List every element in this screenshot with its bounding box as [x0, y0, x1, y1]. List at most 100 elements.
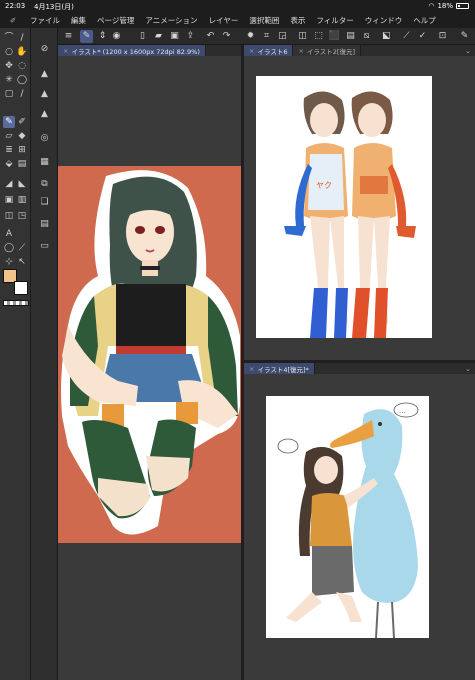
color-set-icon[interactable]: ▦: [38, 156, 51, 169]
tone-icon[interactable]: ▲: [38, 88, 51, 101]
canvas-two-women[interactable]: ヤク: [256, 76, 432, 338]
illustration-girl-sitting: [61, 170, 240, 535]
pen-icon[interactable]: ∕: [16, 88, 28, 100]
panel-icon[interactable]: ◳: [16, 210, 28, 222]
color-circle-icon[interactable]: ◎: [38, 132, 51, 145]
tool-palette: ⌒ / ○ ✋ ✥ ◌ ✳ ◯ ▢ ∕ ✎ ✐ ▱ ◆ ≣ ⊞ ⬙ ▤ ◢ ◣ …: [0, 28, 31, 680]
balloon-icon[interactable]: ◯: [3, 242, 15, 254]
blend-icon[interactable]: ◆: [16, 130, 28, 142]
redo-icon[interactable]: ↷: [220, 30, 233, 43]
rotate-icon[interactable]: ◌: [16, 60, 28, 72]
line-icon[interactable]: ⟋: [16, 242, 28, 254]
menu-filter[interactable]: フィルター: [316, 15, 353, 26]
pencil-shortcut-icon[interactable]: ✎: [458, 30, 471, 43]
sub-view-icon[interactable]: ▭: [38, 240, 51, 253]
bucket-icon[interactable]: ⬙: [3, 158, 15, 170]
tab-bar-left: × イラスト* (1200 x 1600px 72dpi 82.9%): [58, 45, 241, 56]
hand-icon[interactable]: ✋: [16, 46, 28, 58]
tab-illust-main[interactable]: × イラスト* (1200 x 1600px 72dpi 82.9%): [58, 45, 206, 56]
crop-icon[interactable]: ⬛: [328, 30, 341, 43]
wand-icon[interactable]: ✳: [3, 74, 15, 86]
marker-icon[interactable]: ✐: [16, 116, 28, 128]
layer-icon[interactable]: ⊞: [16, 144, 28, 156]
eraser-icon[interactable]: ▱: [3, 130, 15, 142]
snap-icon[interactable]: ⊡: [436, 30, 449, 43]
close-tab-icon[interactable]: ×: [63, 47, 68, 55]
undo-icon[interactable]: ↶: [204, 30, 217, 43]
history-icon[interactable]: ▤: [38, 218, 51, 231]
menu-help[interactable]: ヘルプ: [413, 15, 436, 26]
close-tab-icon[interactable]: ×: [298, 47, 303, 55]
deselect-icon[interactable]: ⌗: [260, 30, 273, 43]
menu-animation[interactable]: アニメーション: [145, 15, 197, 26]
clip-icon[interactable]: ⧅: [360, 30, 373, 43]
canvas-pane-right-bottom: × イラスト4[復元]* ⌄ ...: [244, 363, 475, 680]
material-icon[interactable]: ❏: [38, 196, 51, 209]
export-icon[interactable]: ⇪: [184, 30, 197, 43]
brush-icon[interactable]: ⌒: [3, 32, 15, 44]
date: 4月13日(月): [34, 3, 74, 11]
guide-icon[interactable]: ▥: [16, 194, 28, 206]
clock: 22:03: [5, 2, 26, 10]
menu-page[interactable]: ページ管理: [97, 15, 134, 26]
filter-icon[interactable]: ⟋: [400, 30, 413, 43]
selection-icon[interactable]: ▢: [3, 88, 15, 100]
menu-selection[interactable]: 選択範囲: [249, 15, 279, 26]
correct-icon[interactable]: ⊹: [3, 256, 15, 268]
tab-illust-6[interactable]: × イラスト6: [244, 45, 294, 56]
select-all-icon[interactable]: ◫: [296, 30, 309, 43]
pencil-icon[interactable]: ✎: [3, 116, 15, 128]
record-icon[interactable]: ◉: [110, 30, 123, 43]
menu-layer[interactable]: レイヤー: [209, 15, 239, 26]
tab-illust-2[interactable]: × イラスト2[復元]: [293, 45, 361, 56]
wifi-icon: ◠: [428, 2, 435, 10]
menu-file[interactable]: ファイル: [30, 15, 60, 26]
chevron-down-icon[interactable]: ⌄: [465, 365, 471, 373]
tab-label: イラスト6: [257, 47, 288, 56]
canvas-pane-left: × イラスト* (1200 x 1600px 72dpi 82.9%): [58, 45, 241, 680]
figure-icon[interactable]: ◢: [3, 178, 15, 190]
magnifier-icon[interactable]: ○: [3, 46, 15, 58]
app-logo-icon[interactable]: ✐: [6, 16, 20, 25]
move-icon[interactable]: ✥: [3, 60, 15, 72]
object-icon[interactable]: ↖: [16, 256, 28, 268]
ruler-icon[interactable]: ◣: [16, 178, 28, 190]
tab-bar-right-bottom: × イラスト4[復元]* ⌄: [244, 363, 475, 374]
menu-icon[interactable]: ≡: [62, 30, 75, 43]
ruler-shape-icon[interactable]: ▣: [3, 194, 15, 206]
canvas-girl-and-bird[interactable]: ...: [266, 396, 429, 638]
open-icon[interactable]: ▰: [152, 30, 165, 43]
menu-window[interactable]: ウィンドウ: [365, 15, 403, 26]
sub-color-swatch[interactable]: [14, 281, 28, 295]
new-file-icon[interactable]: ▯: [136, 30, 149, 43]
layer-property-icon[interactable]: ▲: [38, 68, 51, 81]
sub-palette-column: ⊘ ▲ ▲ ▲ ◎ ▦ ⧉ ❏ ▤ ▭: [31, 28, 58, 680]
menu-view[interactable]: 表示: [290, 15, 305, 26]
clear-icon[interactable]: ✹: [244, 30, 257, 43]
pen-pressure-icon[interactable]: ✎: [80, 30, 93, 43]
close-tab-icon[interactable]: ×: [249, 365, 254, 373]
svg-text:ヤク: ヤク: [316, 181, 332, 190]
transparent-color-swatch[interactable]: [3, 300, 29, 306]
fill-selection-icon[interactable]: ▤: [344, 30, 357, 43]
gradient-icon[interactable]: ▤: [16, 158, 28, 170]
lock-icon[interactable]: ⬕: [380, 30, 393, 43]
tab-illust-4[interactable]: × イラスト4[復元]*: [244, 363, 315, 374]
text-icon[interactable]: A: [3, 228, 15, 240]
eyedropper-icon[interactable]: /: [16, 32, 28, 44]
canvas-girl-sitting[interactable]: [58, 166, 241, 543]
fill-icon[interactable]: ▲: [38, 108, 51, 121]
transform-icon[interactable]: ⬚: [312, 30, 325, 43]
invert-selection-icon[interactable]: ◲: [276, 30, 289, 43]
frame-icon[interactable]: ≣: [3, 144, 15, 156]
navigator-icon[interactable]: ⊘: [38, 43, 51, 56]
chevron-down-icon[interactable]: ⌄: [465, 47, 471, 55]
lasso-icon[interactable]: ◯: [16, 74, 28, 86]
contour-icon[interactable]: ◫: [3, 210, 15, 222]
menu-edit[interactable]: 編集: [71, 15, 86, 26]
layers-icon[interactable]: ⧉: [38, 178, 51, 191]
close-tab-icon[interactable]: ×: [249, 47, 254, 55]
rotate-view-icon[interactable]: ✓: [416, 30, 429, 43]
save-icon[interactable]: ▣: [168, 30, 181, 43]
stepper-icon[interactable]: ⇕: [96, 30, 109, 43]
